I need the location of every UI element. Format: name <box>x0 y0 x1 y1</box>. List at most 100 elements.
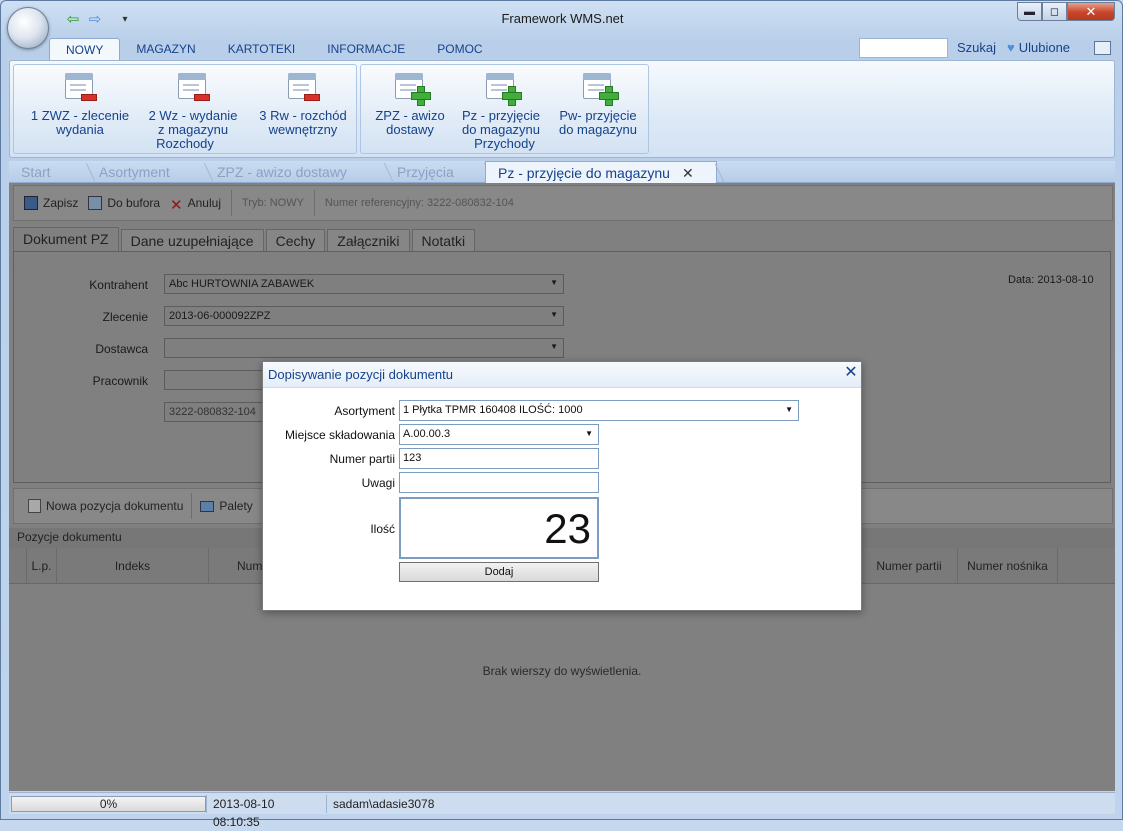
close-window-button[interactable]: ✕ <box>1067 2 1115 21</box>
minimize-ribbon-icon[interactable] <box>1094 41 1111 55</box>
dostawca-select[interactable]: ▼ <box>164 338 564 358</box>
search-button[interactable]: Szukaj <box>957 40 996 55</box>
dialog-title-bar: Dopisywanie pozycji dokumentu ✕ <box>263 362 861 388</box>
column-header-numer[interactable]: Num <box>209 548 269 584</box>
ribbon-tab-kartoteki[interactable]: KARTOTEKI <box>212 38 312 60</box>
zlecenie-value: 2013-06-000092ZPZ <box>169 310 271 322</box>
numer-partii-value: 123 <box>403 452 422 464</box>
pallets-button[interactable]: Palety <box>200 499 253 513</box>
asortyment-label: Asortyment <box>334 404 395 418</box>
ribbon-button-label: ZPZ - awizo <box>375 108 445 123</box>
save-label: Zapisz <box>43 195 79 210</box>
doc-tab-przyjecia[interactable]: Przyjęcia <box>385 161 485 183</box>
column-header-numer-nosnika[interactable]: Numer nośnika <box>958 548 1058 584</box>
new-position-button[interactable]: Nowa pozycja dokumentu <box>28 499 183 514</box>
pallet-icon <box>200 501 215 513</box>
minimize-button[interactable]: ▬ <box>1017 2 1042 21</box>
ribbon-button-label: do magazynu <box>558 122 638 137</box>
progress-bar: 0% <box>11 795 206 812</box>
dialog-title: Dopisywanie pozycji dokumentu <box>268 367 453 382</box>
form-tab-notatki[interactable]: Notatki <box>411 229 476 251</box>
ribbon-button-label: wewnętrzny <box>268 122 338 137</box>
doc-tab-start[interactable]: Start <box>9 161 87 183</box>
status-bar: 0% 2013-08-10 08:10:35 sadam\adasie3078 <box>9 792 1115 829</box>
doc-tab-label: Pz - przyjęcie do magazynu <box>498 165 670 181</box>
ribbon-group-label: Rozchody <box>156 136 214 151</box>
grid-indicator-column <box>9 548 27 584</box>
zwz-zlecenie-wydania-button[interactable]: 1 ZWZ - zlecenie wydania <box>20 71 140 137</box>
document-remove-icon <box>63 71 97 101</box>
close-icon[interactable]: ✕ <box>843 365 859 382</box>
reference-number-field[interactable]: 3222-080832-104 <box>164 402 268 422</box>
chevron-down-icon: ▼ <box>785 405 793 414</box>
floppy-disk-icon <box>24 196 38 211</box>
kontrahent-value: Abc HURTOWNIA ZABAWEK <box>169 278 315 290</box>
form-tab-dane-uzupelniajace[interactable]: Dane uzupełniające <box>120 229 264 251</box>
ribbon-button-label: do magazynu <box>461 122 541 137</box>
ribbon-group-rozchody: 1 ZWZ - zlecenie wydania 2 Wz - wydanie … <box>13 64 357 154</box>
chevron-down-icon: ▼ <box>550 278 558 287</box>
maximize-button[interactable]: ◻ <box>1042 2 1067 21</box>
buffer-button[interactable]: Do bufora <box>88 196 160 211</box>
ribbon-button-label: wydania <box>56 122 104 137</box>
doc-tab-pz[interactable]: Pz - przyjęcie do magazynu ✕ <box>485 161 717 183</box>
column-header-numer-partii[interactable]: Numer partii <box>861 548 958 584</box>
document-remove-icon <box>176 71 210 101</box>
status-datetime: 2013-08-10 08:10:35 <box>206 794 326 829</box>
reference-number-text: Numer referencyjny: 3222-080832-104 <box>324 197 514 209</box>
zpz-awizo-dostawy-button[interactable]: ZPZ - awizo dostawy <box>365 71 455 137</box>
search-input[interactable] <box>859 38 948 58</box>
uwagi-input[interactable] <box>399 472 599 493</box>
cancel-label: Anuluj <box>187 195 221 210</box>
toolbar-separator <box>313 190 315 216</box>
main-window: ⇦ ⇨ ▾ Framework WMS.net ▬ ◻ ✕ NOWY MAGAZ… <box>0 0 1123 829</box>
document-toolbar: Zapisz Do bufora ✕ Anuluj Tryb: NOWY Nume… <box>13 185 1113 221</box>
save-button[interactable]: Zapisz <box>24 196 78 211</box>
ribbon-tab-magazyn[interactable]: MAGAZYN <box>120 38 211 60</box>
ribbon-tab-nowy[interactable]: NOWY <box>49 38 121 60</box>
ribbon-tab-bar: NOWY MAGAZYN KARTOTEKI INFORMACJE POMOC <box>9 38 499 60</box>
dostawca-label: Dostawca <box>95 342 148 356</box>
favorites-button[interactable]: ♥ Ulubione <box>1007 40 1070 55</box>
kontrahent-select[interactable]: Abc HURTOWNIA ZABAWEK ▼ <box>164 274 564 294</box>
pracownik-input[interactable] <box>164 370 268 390</box>
doc-tab-zpz[interactable]: ZPZ - awizo dostawy <box>205 161 385 183</box>
form-tab-cechy[interactable]: Cechy <box>265 229 326 251</box>
close-tab-icon[interactable]: ✕ <box>682 165 694 181</box>
miejsce-label: Miejsce składowania <box>284 428 395 442</box>
ilosc-label: Ilość <box>370 522 395 536</box>
wz-wydanie-z-magazynu-button[interactable]: 2 Wz - wydanie z magazynu <box>138 71 248 137</box>
add-button[interactable]: Dodaj <box>399 562 599 582</box>
ribbon-tab-informacje[interactable]: INFORMACJE <box>311 38 421 60</box>
document-add-icon <box>393 71 431 106</box>
mode-text: Tryb: NOWY <box>241 197 304 209</box>
cancel-button[interactable]: ✕ Anuluj <box>170 195 221 215</box>
ilosc-input[interactable]: 23 <box>399 497 599 559</box>
document-icon <box>88 196 103 211</box>
document-remove-icon <box>286 71 320 101</box>
column-header-lp[interactable]: L.p. <box>27 548 57 584</box>
column-header-indeks[interactable]: Indeks <box>57 548 209 584</box>
doc-tab-asortyment[interactable]: Asortyment <box>87 161 205 183</box>
pallets-label: Palety <box>219 499 253 513</box>
ribbon-button-label: z magazynu <box>157 122 229 137</box>
form-tab-zalaczniki[interactable]: Załączniki <box>327 229 410 251</box>
rw-rozchod-wewnetrzny-button[interactable]: 3 Rw - rozchód wewnętrzny <box>248 71 358 137</box>
document-add-icon <box>581 71 619 106</box>
ribbon-panel: 1 ZWZ - zlecenie wydania 2 Wz - wydanie … <box>9 60 1115 158</box>
reference-number-value: 3222-080832-104 <box>169 406 256 418</box>
add-position-dialog: Dopisywanie pozycji dokumentu ✕ Asortyme… <box>262 361 862 611</box>
miejsce-select[interactable]: A.00.00.3 ▼ <box>399 424 599 445</box>
pw-przyjecie-do-magazynu-button[interactable]: Pw- przyjęcie do magazynu <box>551 71 645 137</box>
asortyment-select[interactable]: 1 Płytka TPMR 160408 ILOŚĆ: 1000 ▼ <box>399 400 799 421</box>
ribbon-button-label: 1 ZWZ - zlecenie <box>30 108 130 123</box>
zlecenie-select[interactable]: 2013-06-000092ZPZ ▼ <box>164 306 564 326</box>
ribbon-button-label: 3 Rw - rozchód <box>259 108 347 123</box>
numer-partii-input[interactable]: 123 <box>399 448 599 469</box>
form-tab-dokument-pz[interactable]: Dokument PZ <box>13 227 119 251</box>
numer-partii-label: Numer partii <box>329 452 395 466</box>
pz-przyjecie-do-magazynu-button[interactable]: Pz - przyjęcie do magazynu <box>455 71 547 137</box>
kontrahent-label: Kontrahent <box>89 278 148 292</box>
ribbon-tab-pomoc[interactable]: POMOC <box>421 38 498 60</box>
pracownik-label: Pracownik <box>92 374 148 388</box>
